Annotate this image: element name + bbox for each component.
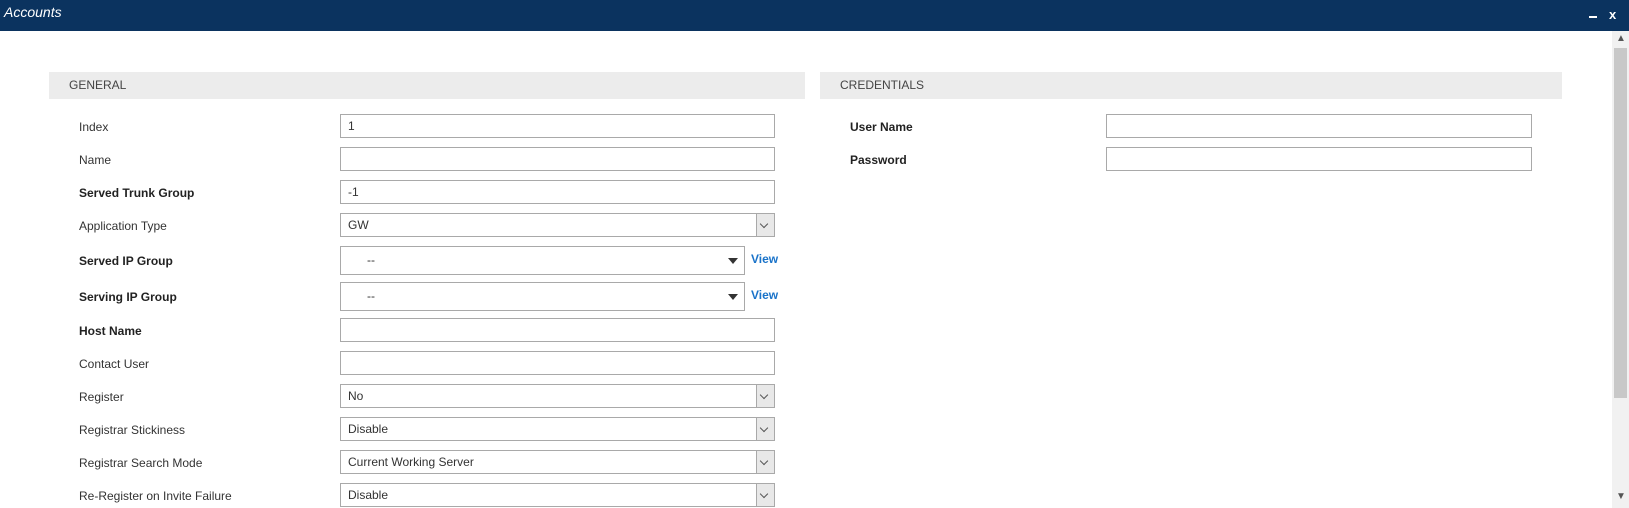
register-value: No — [348, 389, 364, 403]
served-ip-group-label: Served IP Group — [79, 254, 173, 268]
registrar-stickiness-select[interactable]: Disable — [340, 417, 775, 441]
user-name-input[interactable] — [1106, 114, 1532, 138]
host-name-input[interactable] — [340, 318, 775, 342]
chevron-down-icon[interactable] — [756, 418, 774, 440]
credentials-section-header: CREDENTIALS — [820, 72, 1562, 99]
register-select[interactable]: No — [340, 384, 775, 408]
serving-ip-group-label: Serving IP Group — [79, 290, 177, 304]
reregister-on-invite-failure-label: Re-Register on Invite Failure — [79, 489, 232, 503]
serving-ip-group-value: -- — [367, 289, 375, 303]
registrar-stickiness-value: Disable — [348, 422, 389, 436]
password-label: Password — [850, 153, 907, 167]
minimize-button[interactable] — [1589, 16, 1597, 18]
caret-down-icon[interactable] — [728, 258, 738, 264]
reregister-on-invite-failure-value: Disable — [348, 488, 389, 502]
chevron-down-icon[interactable] — [756, 484, 774, 506]
password-input[interactable] — [1106, 147, 1532, 171]
chevron-down-icon[interactable] — [756, 451, 774, 473]
serving-ip-group-select[interactable]: -- — [340, 282, 745, 311]
served-ip-group-view-link[interactable]: View — [751, 252, 778, 266]
scroll-up-icon[interactable]: ▲ — [1616, 33, 1626, 44]
served-trunk-group-input[interactable]: -1 — [340, 180, 775, 204]
general-section-header: GENERAL — [49, 72, 805, 99]
name-input[interactable] — [340, 147, 775, 171]
host-name-label: Host Name — [79, 324, 142, 338]
registrar-search-mode-value: Current Working Server — [348, 455, 474, 469]
application-type-label: Application Type — [79, 219, 167, 233]
window-title: Accounts — [4, 4, 62, 20]
application-type-value: GW — [348, 218, 369, 232]
close-button[interactable]: x — [1609, 7, 1616, 22]
application-type-select[interactable]: GW — [340, 213, 775, 237]
serving-ip-group-view-link[interactable]: View — [751, 288, 778, 302]
served-ip-group-select[interactable]: -- — [340, 246, 745, 275]
chevron-down-icon[interactable] — [756, 385, 774, 407]
scroll-thumb[interactable] — [1614, 48, 1627, 398]
name-label: Name — [79, 153, 112, 167]
registrar-search-mode-label: Registrar Search Mode — [79, 456, 203, 470]
title-bar: Accounts x — [0, 0, 1629, 31]
served-trunk-group-label: Served Trunk Group — [79, 186, 195, 200]
scroll-down-icon[interactable]: ▼ — [1616, 491, 1626, 502]
reregister-on-invite-failure-select[interactable]: Disable — [340, 483, 775, 507]
index-input[interactable]: 1 — [340, 114, 775, 138]
registrar-search-mode-select[interactable]: Current Working Server — [340, 450, 775, 474]
vertical-scrollbar[interactable]: ▲ ▼ — [1612, 31, 1629, 508]
caret-down-icon[interactable] — [728, 294, 738, 300]
contact-user-input[interactable] — [340, 351, 775, 375]
registrar-stickiness-label: Registrar Stickiness — [79, 423, 186, 437]
register-label: Register — [79, 390, 124, 404]
contact-user-label: Contact User — [79, 357, 150, 371]
index-label: Index — [79, 120, 109, 134]
chevron-down-icon[interactable] — [756, 214, 774, 236]
user-name-label: User Name — [850, 120, 913, 134]
served-ip-group-value: -- — [367, 253, 375, 267]
